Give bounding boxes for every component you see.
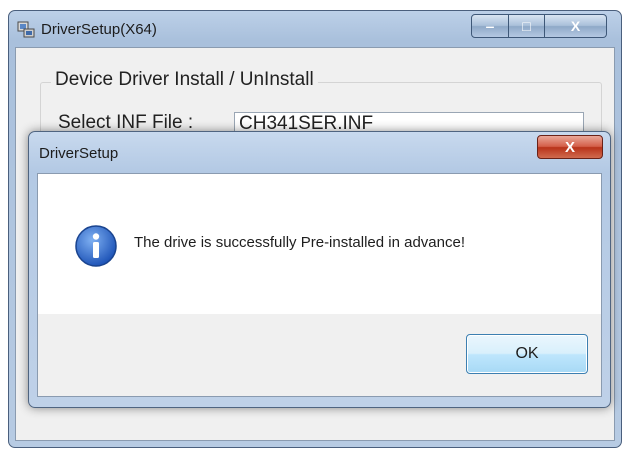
minimize-button[interactable]: ‒	[471, 14, 509, 38]
app-icon	[17, 20, 35, 38]
info-icon	[74, 224, 118, 268]
maximize-icon: □	[522, 18, 531, 34]
close-icon: X	[564, 138, 575, 156]
maximize-button[interactable]: □	[509, 14, 545, 38]
minimize-icon: ‒	[486, 18, 494, 34]
driver-setup-dialog: DriverSetup X The drive is successfully …	[28, 131, 611, 408]
ok-button[interactable]: OK	[466, 334, 588, 374]
dialog-message-area: The drive is successfully Pre-installed …	[38, 174, 601, 314]
dialog-message: The drive is successfully Pre-installed …	[134, 234, 465, 251]
main-window-title: DriverSetup(X64)	[41, 21, 157, 38]
close-icon: X	[570, 18, 581, 34]
dialog-client-area: The drive is successfully Pre-installed …	[37, 173, 602, 397]
dialog-title: DriverSetup	[39, 145, 119, 162]
close-button[interactable]: X	[545, 14, 607, 38]
group-title: Device Driver Install / UnInstall	[51, 69, 318, 91]
main-title-bar[interactable]: DriverSetup(X64) ‒ □ X	[9, 11, 621, 47]
dialog-close-button[interactable]: X	[537, 135, 603, 159]
